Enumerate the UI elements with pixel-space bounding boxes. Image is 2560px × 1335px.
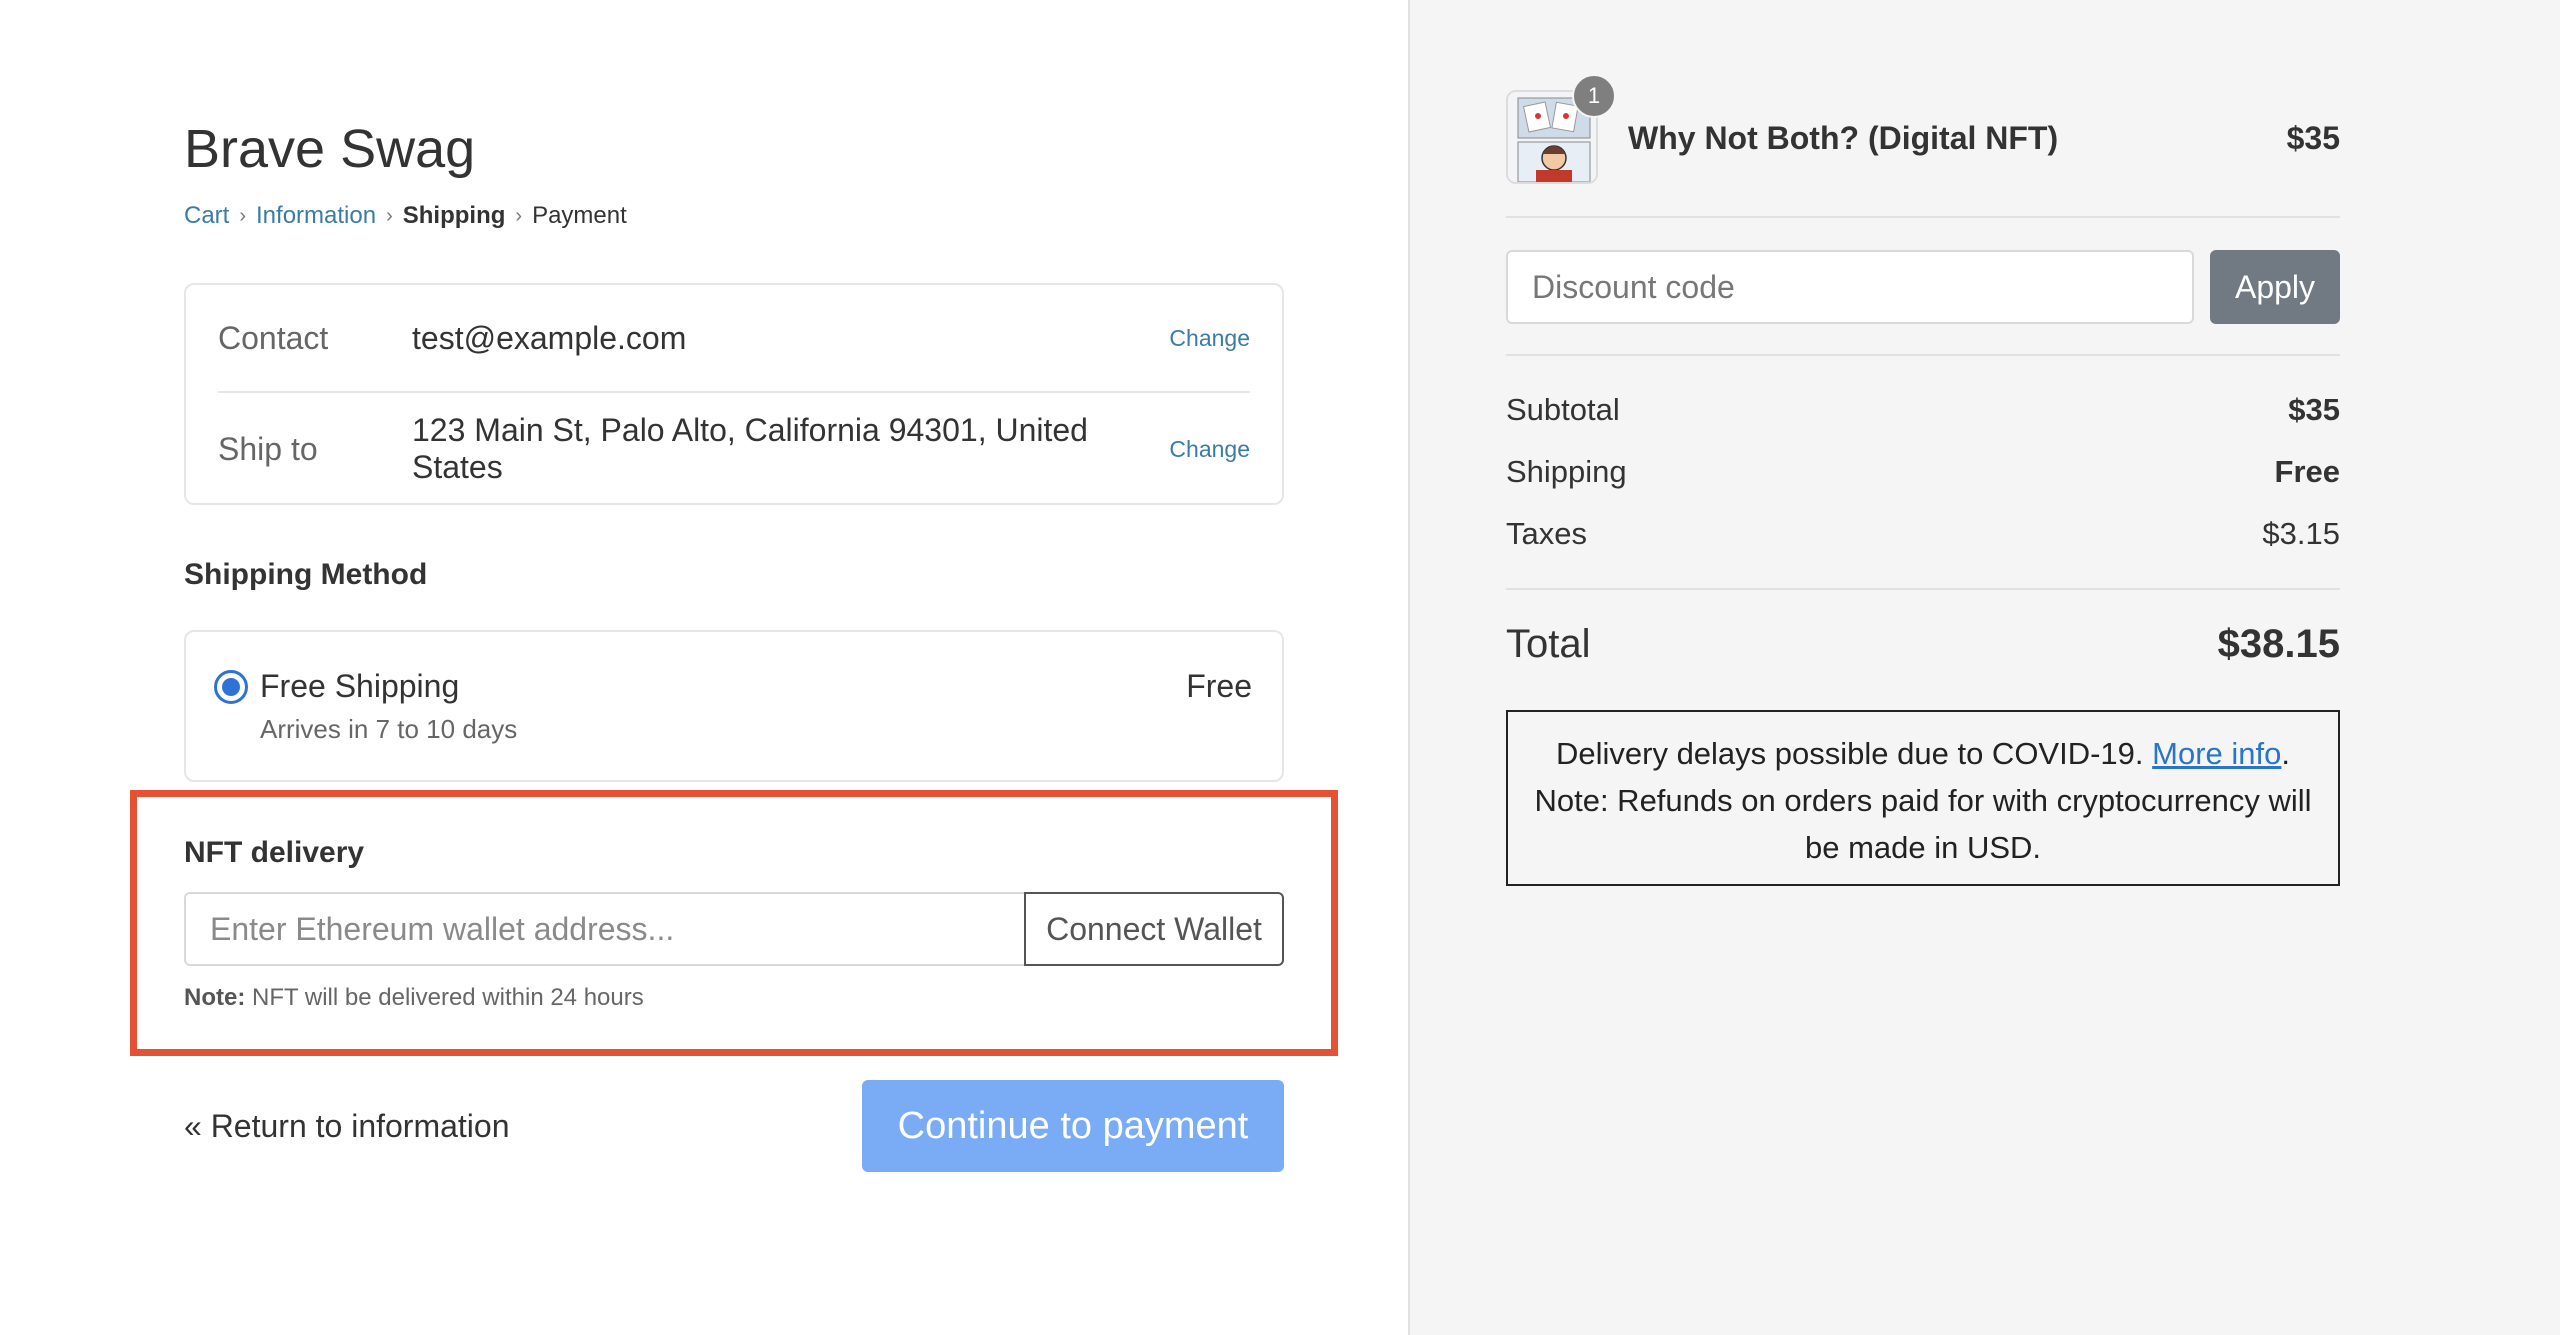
- ship-to-label: Ship to: [218, 430, 318, 467]
- product-line: 1 Why Not Both? (Digital NFT) $35: [1506, 74, 2340, 218]
- chevron-right-icon: ›: [386, 204, 393, 227]
- more-info-link[interactable]: More info: [2152, 736, 2281, 771]
- subtotal-label: Subtotal: [1506, 392, 1620, 427]
- total-label: Total: [1506, 622, 1591, 666]
- breadcrumb: Cart › Information › Shipping › Payment: [184, 202, 627, 230]
- product-name: Why Not Both? (Digital NFT): [1628, 120, 2059, 156]
- nft-note-text: NFT will be delivered within 24 hours: [245, 984, 644, 1011]
- continue-to-payment-button[interactable]: Continue to payment: [862, 1080, 1284, 1172]
- ship-to-row: Ship to 123 Main St, Palo Alto, Californ…: [218, 395, 1250, 503]
- connect-wallet-button[interactable]: Connect Wallet: [1024, 892, 1284, 966]
- nft-note: Note: NFT will be delivered within 24 ho…: [184, 984, 644, 1012]
- product-price: $35: [2286, 120, 2340, 156]
- shipping-option-name: Free Shipping: [260, 668, 460, 704]
- shipping-option-radio[interactable]: [214, 670, 248, 704]
- breadcrumb-payment: Payment: [532, 202, 627, 229]
- return-to-information-link[interactable]: « Return to information: [184, 1108, 510, 1145]
- breadcrumb-shipping: Shipping: [402, 202, 506, 229]
- shipping-row: Shipping Free: [1506, 454, 2340, 494]
- wallet-input-group: Connect Wallet: [184, 892, 1284, 966]
- total-row: Total $38.15: [1506, 622, 2340, 667]
- change-contact-link[interactable]: Change: [1169, 325, 1250, 352]
- breadcrumb-information[interactable]: Information: [256, 202, 376, 230]
- price-summary: Subtotal $35 Shipping Free Taxes $3.15: [1506, 380, 2340, 590]
- subtotal-row: Subtotal $35: [1506, 392, 2340, 432]
- ship-to-value: 123 Main St, Palo Alto, California 94301…: [412, 412, 1088, 485]
- contact-row: Contact test@example.com Change: [218, 285, 1250, 393]
- discount-row: Apply: [1506, 250, 2340, 356]
- nft-delivery-title: NFT delivery: [184, 836, 365, 869]
- taxes-label: Taxes: [1506, 516, 1587, 551]
- contact-label: Contact: [218, 319, 329, 356]
- apply-discount-button[interactable]: Apply: [2210, 250, 2340, 324]
- chevron-right-icon: ›: [239, 204, 247, 227]
- change-ship-to-link[interactable]: Change: [1169, 436, 1250, 463]
- shipping-option-eta: Arrives in 7 to 10 days: [260, 714, 518, 744]
- shipping-value: Free: [2274, 454, 2340, 489]
- shipping-method-title: Shipping Method: [184, 558, 428, 591]
- checkout-main: Brave Swag Cart › Information › Shipping…: [0, 0, 1408, 1335]
- contact-value: test@example.com: [412, 319, 687, 356]
- store-title: Brave Swag: [184, 119, 476, 179]
- wallet-address-input[interactable]: [184, 892, 1024, 966]
- shipping-option-price: Free: [1186, 668, 1252, 704]
- taxes-value: $3.15: [2262, 516, 2340, 551]
- shipping-option[interactable]: Free Shipping Arrives in 7 to 10 days Fr…: [184, 630, 1284, 782]
- order-summary: 1 Why Not Both? (Digital NFT) $35 Apply …: [1408, 0, 2560, 1335]
- shipping-label: Shipping: [1506, 454, 1627, 489]
- quantity-badge: 1: [1572, 74, 1616, 118]
- delivery-notice: Delivery delays possible due to COVID-19…: [1506, 710, 2340, 886]
- subtotal-value: $35: [2288, 392, 2340, 427]
- breadcrumb-cart[interactable]: Cart: [184, 202, 229, 230]
- total-value: $38.15: [2217, 622, 2340, 666]
- discount-code-input[interactable]: [1506, 250, 2194, 324]
- taxes-row: Taxes $3.15: [1506, 516, 2340, 556]
- chevron-right-icon: ›: [515, 204, 523, 227]
- notice-text-1: Delivery delays possible due to COVID-19…: [1555, 736, 2153, 771]
- nft-note-label: Note:: [184, 984, 246, 1011]
- review-box: Contact test@example.com Change Ship to …: [184, 283, 1284, 505]
